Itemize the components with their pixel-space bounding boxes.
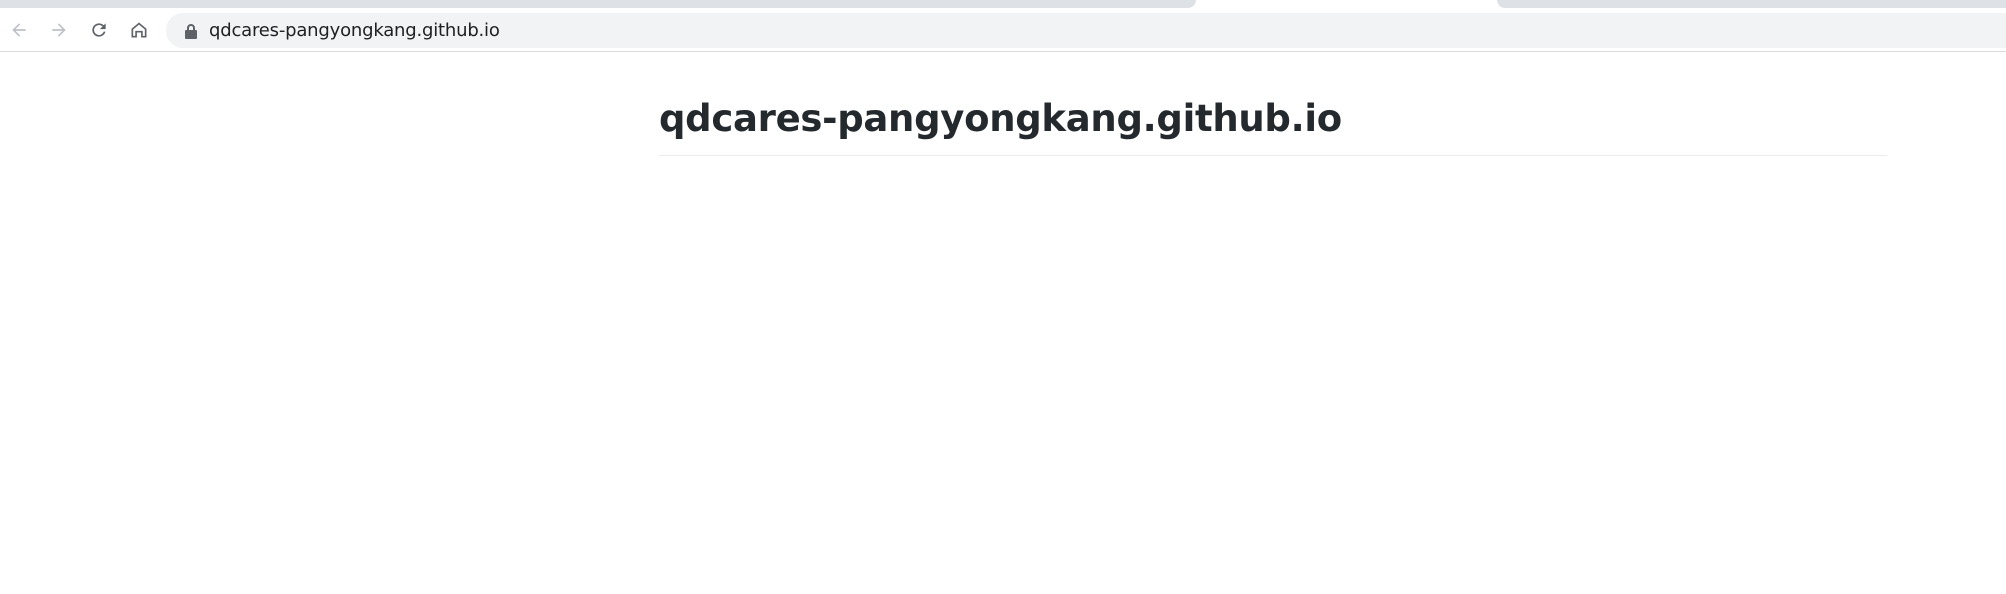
lock-icon[interactable]: [184, 23, 198, 39]
home-button[interactable]: [126, 17, 152, 43]
arrow-right-icon: [52, 23, 66, 37]
page-content: qdcares-pangyongkang.github.io: [0, 53, 2006, 594]
reload-icon: [92, 23, 106, 37]
tab-strip: [0, 0, 2006, 9]
address-bar[interactable]: qdcares-pangyongkang.github.io: [166, 13, 2006, 48]
home-icon: [131, 22, 147, 38]
inactive-tab-left[interactable]: [0, 0, 1196, 8]
inactive-tab-right[interactable]: [1497, 0, 2006, 8]
browser-toolbar: qdcares-pangyongkang.github.io: [0, 9, 2006, 52]
back-button[interactable]: [6, 17, 32, 43]
reload-button[interactable]: [86, 17, 112, 43]
url-text[interactable]: qdcares-pangyongkang.github.io: [209, 13, 500, 48]
arrow-left-icon: [12, 23, 26, 37]
page-title: qdcares-pangyongkang.github.io: [659, 95, 1887, 156]
forward-button[interactable]: [46, 17, 72, 43]
